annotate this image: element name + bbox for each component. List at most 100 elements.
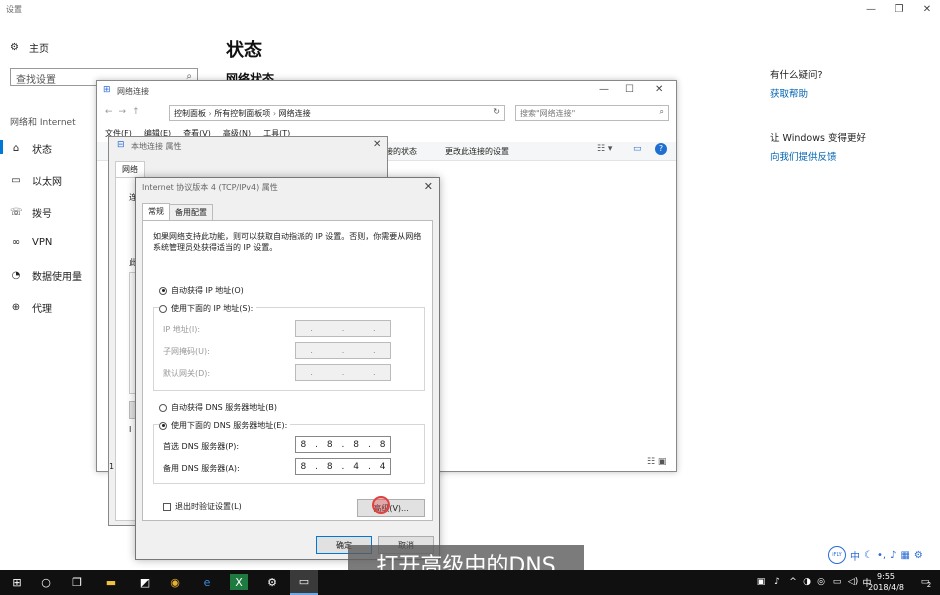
advanced-button[interactable]: 高级(V)...: [357, 499, 425, 517]
feedback-heading: 让 Windows 变得更好: [770, 133, 866, 144]
alternate-dns-label: 备用 DNS 服务器(A):: [163, 464, 240, 473]
minimize-button[interactable]: —: [856, 2, 886, 18]
fragment-text: I: [129, 425, 132, 434]
cmd-view-status[interactable]: 接的状态: [385, 146, 417, 157]
octet: 8: [353, 439, 360, 450]
clock[interactable]: 9:55 2018/4/8: [868, 571, 904, 593]
octet: 8: [326, 439, 333, 450]
radio-indicator: [159, 403, 167, 412]
nav-home-label: 主页: [28, 44, 49, 55]
view-options-icon[interactable]: ☷ ▾: [597, 144, 612, 154]
nav-active-indicator: [0, 140, 3, 154]
excel-icon[interactable]: X: [230, 574, 248, 590]
gear-icon[interactable]: ⚙: [914, 550, 923, 561]
task-view-icon[interactable]: ❐: [68, 574, 86, 590]
radio-indicator: [159, 286, 167, 295]
nav-item-label: 以太网: [32, 177, 62, 188]
feedback-link[interactable]: 向我们提供反馈: [770, 149, 837, 163]
breadcrumb-item[interactable]: 控制面板: [174, 109, 206, 118]
ime-toolbar[interactable]: iFLY 中 ☾ •, ♪ ▦ ⚙: [828, 546, 923, 564]
keyboard-icon[interactable]: ▦: [900, 550, 909, 561]
network-adapter-icon: ⊟: [117, 140, 125, 150]
nav-item-label: 代理: [32, 304, 52, 315]
page-title: 状态: [226, 40, 262, 61]
preview-pane-icon[interactable]: ▭: [633, 144, 642, 154]
address-bar[interactable]: 控制面板 › 所有控制面板项 › 网络连接 ↻: [169, 105, 505, 121]
edge-icon[interactable]: e: [198, 574, 216, 590]
ime-mode[interactable]: 中: [850, 548, 860, 563]
help-icon[interactable]: ?: [655, 143, 667, 155]
cortana-icon[interactable]: ○: [37, 574, 55, 590]
close-button[interactable]: ✕: [373, 139, 381, 150]
section-label: 网络和 Internet: [10, 118, 76, 128]
ip-address-field[interactable]: ...: [295, 320, 391, 337]
punctuation-icon[interactable]: •,: [877, 550, 886, 561]
subnet-mask-field[interactable]: ...: [295, 342, 391, 359]
auto-ip-radio[interactable]: 自动获得 IP 地址(O): [159, 285, 244, 296]
nav-item-proxy[interactable]: ⊕ 代理: [10, 300, 52, 315]
window-title: 本地连接 属性: [131, 142, 182, 151]
dialup-icon: ☏: [10, 207, 23, 218]
auto-dns-radio[interactable]: 自动获得 DNS 服务器地址(B): [159, 402, 277, 413]
tab-general[interactable]: 常规: [142, 203, 170, 220]
cmd-change-settings[interactable]: 更改此连接的设置: [445, 146, 509, 157]
preferred-dns-field[interactable]: 8. 8. 8. 8: [295, 436, 391, 453]
nav-item-data-usage[interactable]: ◔ 数据使用量: [10, 268, 82, 283]
nav-item-dialup[interactable]: ☏ 拨号: [10, 205, 52, 220]
validate-checkbox[interactable]: 退出时验证设置(L): [163, 501, 242, 512]
dns-group: [153, 424, 425, 484]
sticky-notes-icon[interactable]: ◩: [136, 574, 154, 590]
breadcrumb-item[interactable]: 网络连接: [279, 109, 311, 118]
ip-label: IP 地址(I):: [163, 325, 201, 334]
search-placeholder: 查找设置: [16, 75, 56, 86]
globe-icon: ⊕: [11, 302, 21, 313]
ethernet-icon: ▭: [11, 175, 21, 186]
tab-alternate-config[interactable]: 备用配置: [169, 204, 213, 221]
click-indicator: [372, 496, 390, 514]
octet: 4: [379, 461, 386, 472]
close-button[interactable]: ✕: [912, 2, 940, 18]
alternate-dns-field[interactable]: 8. 8. 4. 4: [295, 458, 391, 475]
refresh-icon[interactable]: ↻: [493, 107, 500, 116]
description-text: 如果网络支持此功能，则可以获取自动指派的 IP 设置。否则，你需要从网络系统管理…: [153, 232, 422, 252]
gateway-field[interactable]: ...: [295, 364, 391, 381]
octet: 4: [353, 461, 360, 472]
tcpipv4-properties-dialog: Internet 协议版本 4 (TCP/IPv4) 属性 ✕ 常规 备用配置 …: [135, 177, 440, 560]
maximize-button[interactable]: ❐: [884, 2, 914, 18]
view-toggle-icons[interactable]: ☷ ▣: [647, 457, 666, 467]
moon-icon[interactable]: ☾: [864, 550, 873, 561]
chrome-icon[interactable]: ◉: [166, 574, 184, 590]
breadcrumb-item[interactable]: 所有控制面板项: [214, 109, 270, 118]
gear-icon: ⚙: [10, 42, 19, 53]
manual-ip-radio[interactable]: 使用下面的 IP 地址(S):: [159, 303, 257, 314]
network-window-icon[interactable]: ▭: [290, 570, 318, 595]
settings-icon[interactable]: ⚙: [263, 574, 281, 590]
ifly-logo: iFLY: [828, 546, 846, 564]
nav-home[interactable]: ⚙ 主页: [10, 40, 49, 55]
subnet-label: 子网掩码(U):: [163, 347, 210, 356]
manual-ip-label: 使用下面的 IP 地址(S):: [171, 304, 254, 313]
maximize-button[interactable]: ☐: [625, 84, 634, 95]
nav-item-vpn[interactable]: ∞ VPN: [10, 237, 53, 248]
file-explorer-icon[interactable]: ▬: [102, 574, 120, 590]
close-button[interactable]: ✕: [655, 84, 663, 95]
get-help-link[interactable]: 获取帮助: [770, 86, 808, 100]
tab-network[interactable]: 网络: [115, 161, 145, 177]
nav-item-label: 拨号: [32, 209, 52, 220]
close-button[interactable]: ✕: [424, 180, 433, 193]
nav-item-ethernet[interactable]: ▭ 以太网: [10, 173, 62, 188]
nav-arrows[interactable]: ←→↑: [105, 107, 146, 117]
manual-dns-radio[interactable]: 使用下面的 DNS 服务器地址(E):: [159, 420, 291, 431]
nav-item-status[interactable]: ⌂ 状态: [10, 141, 52, 156]
general-panel: 如果网络支持此功能，则可以获取自动指派的 IP 设置。否则，你需要从网络系统管理…: [142, 220, 433, 521]
octet: 8: [379, 439, 386, 450]
start-icon[interactable]: ⊞: [8, 574, 26, 590]
octet: 8: [300, 439, 307, 450]
explorer-search-input[interactable]: 搜索"网络连接" ⌕: [515, 105, 669, 121]
fragment-text: 1: [109, 462, 115, 471]
mic-icon[interactable]: ♪: [890, 550, 896, 561]
manual-dns-label: 使用下面的 DNS 服务器地址(E):: [171, 421, 288, 430]
network-icon: ⊞: [103, 85, 111, 95]
minimize-button[interactable]: —: [599, 84, 609, 95]
nav-item-label: VPN: [32, 237, 53, 248]
